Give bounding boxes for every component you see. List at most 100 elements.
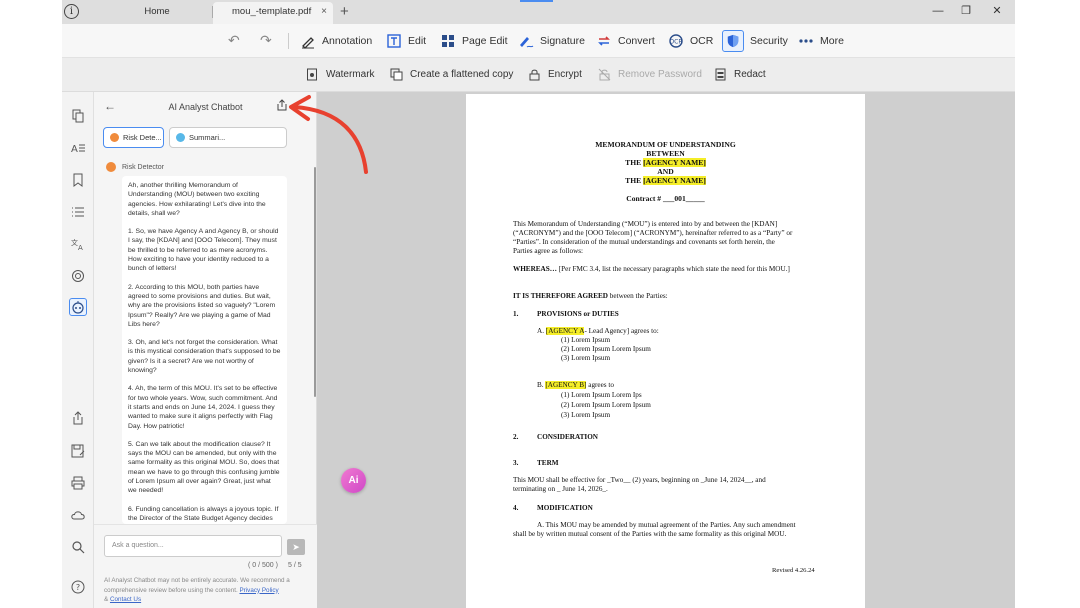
undo-button[interactable]: ↶: [228, 32, 240, 49]
ocr-button[interactable]: OCR OCR: [668, 31, 713, 51]
info-icon[interactable]: i: [64, 4, 79, 19]
toolbar-label: OCR: [690, 35, 714, 47]
cloud-icon[interactable]: [69, 506, 87, 524]
the-text: THE: [625, 176, 644, 185]
export-icon[interactable]: [276, 99, 288, 113]
main-toolbar: ↶ ↷ Annotation Edit Page Edit Signature …: [62, 24, 1015, 58]
text-style-icon[interactable]: A: [69, 139, 87, 157]
chat-scrollbar[interactable]: [314, 167, 316, 397]
provision-text: agrees to: [586, 381, 614, 389]
message-paragraph: 1. So, we have Agency A and Agency B, or…: [128, 228, 279, 273]
svg-text:?: ?: [76, 583, 80, 592]
disclaimer-text: AI Analyst Chatbot may not be entirely a…: [104, 576, 306, 605]
sender-name: Risk Detector: [122, 163, 165, 171]
agency-b-highlight: [AGENCY B]: [545, 381, 587, 389]
provision-item: (2) Lorem Ipsum Lorem Ipsum: [561, 401, 651, 409]
section-number: 2.: [513, 433, 518, 442]
message-paragraph: 5. Can we talk about the modification cl…: [128, 440, 280, 495]
tab-document[interactable]: mou_-template.pdf ×: [213, 2, 333, 24]
toolbar-label: Convert: [618, 35, 655, 47]
watermark-button[interactable]: Watermark: [306, 68, 375, 81]
intro-line: “Parties”. In consideration of the mutua…: [513, 238, 775, 246]
grid-icon: [442, 35, 454, 47]
section-title-text: CONSIDERATION: [537, 433, 598, 441]
watermark-icon: [307, 68, 317, 81]
doc-party-2: THE [AGENCY NAME]: [466, 176, 865, 185]
print-icon[interactable]: [69, 474, 87, 492]
agreed-label: IT IS THEREFORE AGREED: [513, 292, 608, 300]
subtoolbar-label: Encrypt: [548, 69, 582, 80]
outline-icon[interactable]: [69, 203, 87, 221]
doc-title: MEMORANDUM OF UNDERSTANDING: [595, 140, 736, 149]
doc-contract-number: Contract # ___001_____: [626, 194, 705, 203]
whereas-text: [Per FMC 3.4, list the necessary paragra…: [556, 265, 790, 273]
contact-us-link[interactable]: Contact Us: [110, 596, 141, 603]
pen-icon: [302, 37, 314, 49]
search-icon[interactable]: [69, 538, 87, 556]
maximize-button[interactable]: ❐: [956, 3, 976, 19]
minimize-button[interactable]: —: [928, 3, 948, 19]
provision-b: B. [AGENCY B] agrees to: [537, 381, 614, 390]
flattened-copy-button[interactable]: Create a flattened copy: [390, 68, 513, 81]
more-button[interactable]: More: [798, 31, 844, 51]
toolbar-label: Annotation: [322, 35, 373, 47]
pdf-page[interactable]: MEMORANDUM OF UNDERSTANDING BETWEEN THE …: [466, 94, 865, 608]
ai-assistant-button[interactable]: Ai: [341, 468, 366, 493]
svg-text:文: 文: [71, 238, 78, 247]
ampersand: &: [104, 596, 109, 603]
agreed-clause: IT IS THEREFORE AGREED between the Parti…: [513, 292, 668, 301]
remove-password-button[interactable]: Remove Password: [598, 68, 702, 81]
toolbar-label: Page Edit: [462, 35, 508, 47]
thumbnails-icon[interactable]: [69, 107, 87, 125]
dots-icon: [799, 39, 813, 43]
svg-text:A: A: [71, 144, 78, 155]
toolbar-divider: [288, 33, 289, 49]
tab-home[interactable]: Home: [102, 2, 212, 24]
signature-button[interactable]: Signature: [518, 31, 585, 51]
page-edit-button[interactable]: Page Edit: [440, 31, 508, 51]
risk-detector-tab[interactable]: Risk Dete...: [103, 127, 164, 148]
bookmark-icon[interactable]: [69, 171, 87, 189]
pdf-app-window: i Home mou_-template.pdf × + — ❐ ✕ ↶ ↷ A…: [62, 0, 1015, 608]
close-tab-icon[interactable]: ×: [321, 2, 327, 22]
ocr-rail-icon[interactable]: [69, 267, 87, 285]
share-rail-icon[interactable]: [69, 409, 87, 427]
convert-button[interactable]: Convert: [596, 31, 655, 51]
whereas-clause: WHEREAS… [Per FMC 3.4, list the necessar…: [513, 265, 790, 274]
right-margin: [1015, 0, 1080, 608]
section-num: 2.: [513, 433, 519, 441]
drag-indicator: [520, 0, 553, 2]
term-line: terminating on _ June 14, 2026_.: [513, 485, 608, 493]
section-title: CONSIDERATION: [537, 433, 598, 442]
redo-button[interactable]: ↷: [260, 32, 272, 49]
summarizer-tab[interactable]: Summari...: [169, 127, 287, 148]
modification-line: shall be by written mutual consent of th…: [513, 530, 787, 538]
signature-icon: [520, 37, 534, 48]
ai-chatbot-icon[interactable]: [69, 298, 87, 316]
chip-label: Summari...: [189, 133, 226, 142]
privacy-policy-link[interactable]: Privacy Policy: [239, 587, 278, 594]
toolbar-label: More: [820, 35, 844, 47]
document-viewport[interactable]: MEMORANDUM OF UNDERSTANDING BETWEEN THE …: [317, 92, 1015, 608]
section-number: 3.: [513, 459, 518, 468]
tab-label: Home: [144, 6, 170, 17]
send-button[interactable]: ➤: [287, 539, 305, 555]
unlock-icon: [598, 68, 611, 81]
redact-button[interactable]: Redact: [714, 68, 766, 81]
provision-item: (1) Lorem Ipsum: [561, 336, 611, 344]
intro-line: (“ACRONYM”) and the [OOO Telecom] (“ACRO…: [513, 229, 793, 237]
security-button[interactable]: Security: [722, 30, 788, 52]
edit-button[interactable]: Edit: [386, 31, 426, 51]
translate-icon[interactable]: 文A: [69, 235, 87, 253]
section-num: 3.: [513, 459, 519, 467]
save-as-icon[interactable]: [69, 442, 87, 460]
new-tab-button[interactable]: +: [340, 2, 349, 22]
annotation-button[interactable]: Annotation: [300, 31, 372, 51]
question-input[interactable]: Ask a question...: [104, 535, 282, 557]
section-num: 4.: [513, 504, 519, 512]
toolbar-label: Signature: [540, 35, 585, 47]
provision-item: (2) Lorem Ipsum Lorem Ipsum: [561, 345, 651, 353]
encrypt-button[interactable]: Encrypt: [528, 68, 582, 81]
close-window-button[interactable]: ✕: [987, 3, 1007, 19]
help-icon[interactable]: ?: [69, 578, 87, 596]
